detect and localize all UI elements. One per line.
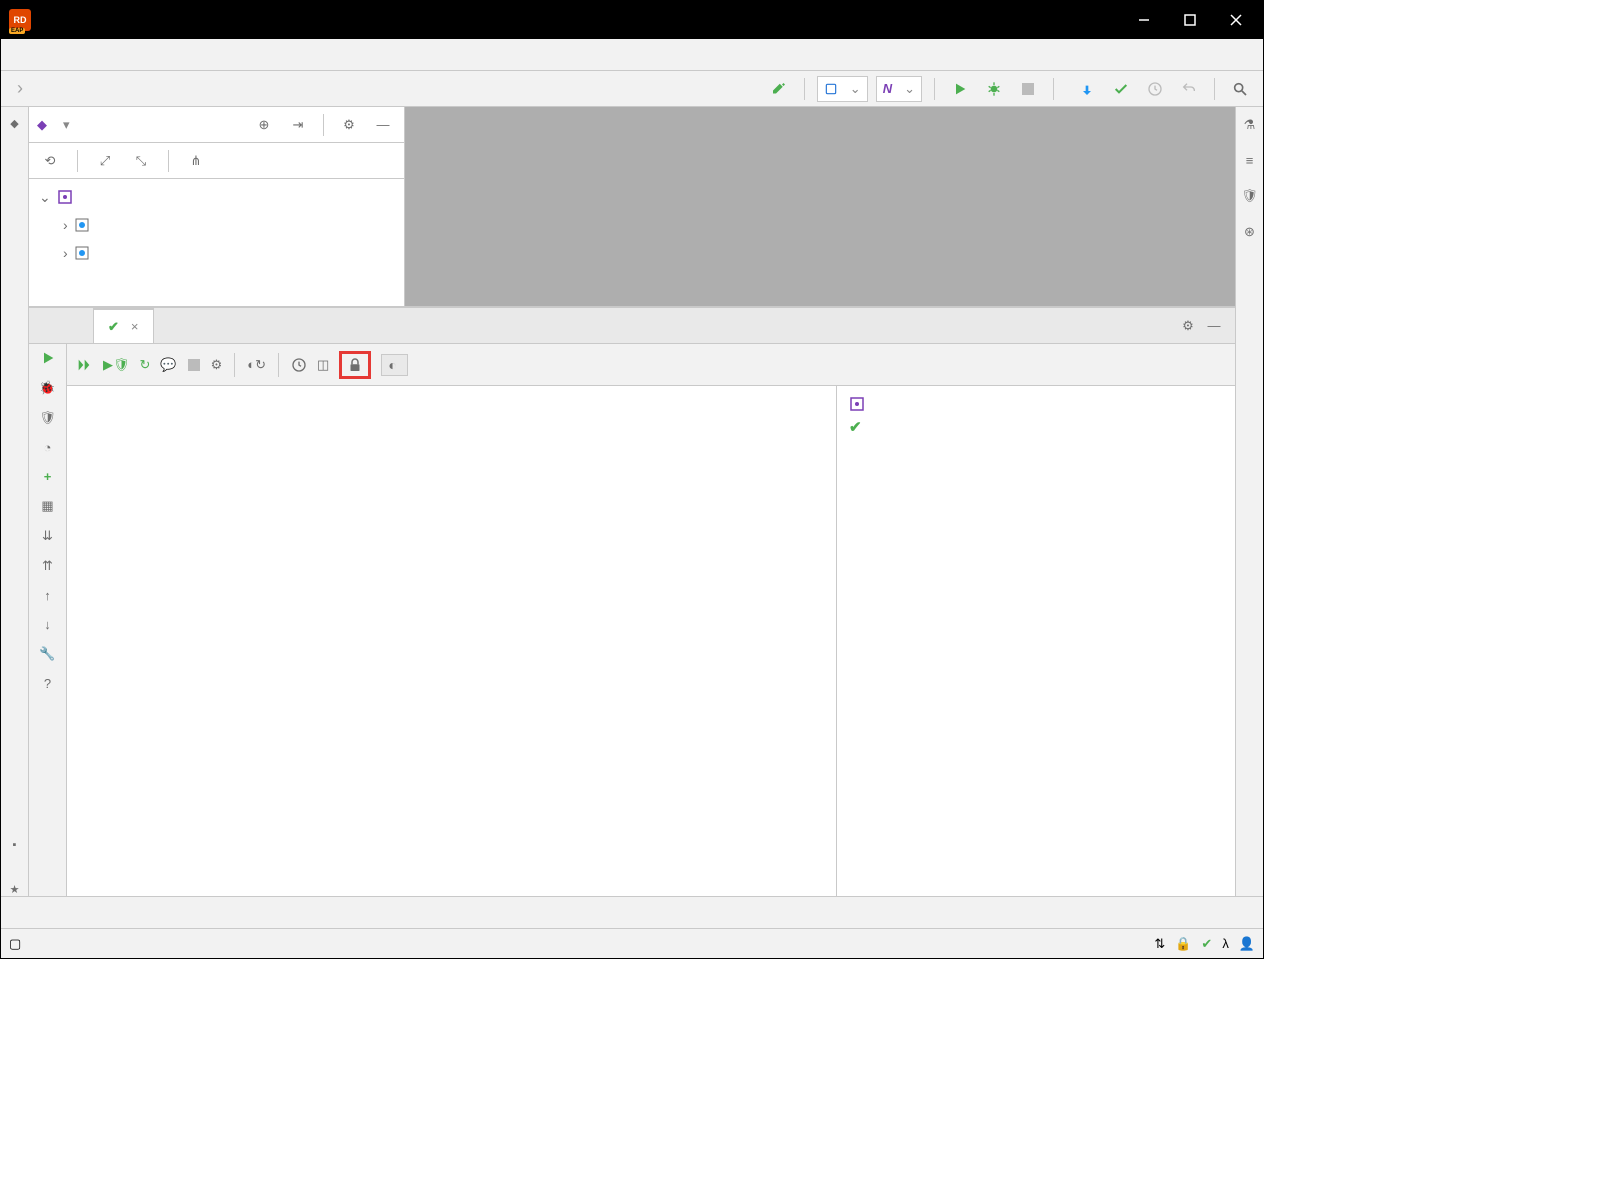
cargo-icon[interactable]: ⊛: [1244, 224, 1255, 240]
menubar: [1, 39, 1263, 71]
user-icon[interactable]: 👤: [1239, 936, 1255, 952]
stop-tests-icon: [187, 358, 201, 372]
add-icon[interactable]: +: [44, 469, 52, 484]
down-icon[interactable]: ↓: [44, 617, 51, 632]
collapse-tree-icon[interactable]: ⇈: [42, 558, 53, 574]
hide-icon[interactable]: —: [370, 112, 396, 138]
git-history-icon[interactable]: [1142, 76, 1168, 102]
editor-area: [405, 107, 1235, 306]
expand-icon[interactable]: ⤢: [92, 148, 118, 174]
undo-icon[interactable]: [1176, 76, 1202, 102]
test-count-badge[interactable]: ◐: [381, 354, 407, 376]
lambda-icon[interactable]: λ: [1222, 936, 1229, 951]
unit-tests-panel: ✔ × ⚙ — 🐞 🛡 ◔ + ▦ ⇊ ⇈ ↑: [29, 307, 1235, 896]
sync-icon[interactable]: ⟲: [37, 148, 63, 174]
rerun-icon[interactable]: ↻: [140, 357, 151, 373]
search-icon[interactable]: [1227, 76, 1253, 102]
stop-icon: [1015, 76, 1041, 102]
git-update-icon[interactable]: [1074, 76, 1100, 102]
expand-tree-icon[interactable]: ⇊: [42, 528, 53, 544]
cover-icon[interactable]: 🛡: [39, 410, 56, 426]
left-tool-strip: ◆ ▪ ★: [1, 107, 29, 896]
run-all-icon[interactable]: [75, 357, 93, 373]
lock-status-icon[interactable]: 🔒: [1175, 936, 1191, 952]
db-icon[interactable]: ≡: [1246, 153, 1254, 168]
status-bar: ▢ ⇅ 🔒 ✔ λ 👤: [1, 928, 1263, 958]
explorer-tab-icon[interactable]: ◆: [10, 117, 18, 130]
titlebar: RD: [1, 1, 1263, 39]
options-gear-icon[interactable]: ⚙: [211, 357, 223, 373]
tests-top-toolbar: ▶🛡 ↻ 💬 ⚙ ◐↻ ◫ ◐: [67, 344, 1235, 386]
lock-button-highlighted[interactable]: [339, 351, 371, 379]
tab-explorer[interactable]: [65, 308, 93, 343]
target-select[interactable]: N ⌄: [876, 76, 922, 102]
test-detail: ✔: [837, 386, 1235, 896]
bottom-tool-tabs: [1, 896, 1263, 928]
collapse-all-icon[interactable]: ⤡: [128, 148, 154, 174]
inspection-ok-icon[interactable]: ✔: [1201, 936, 1212, 952]
up-icon[interactable]: ↑: [44, 588, 51, 603]
branch-dropdown-icon[interactable]: ⇅: [1154, 936, 1165, 952]
wrench-icon[interactable]: 🔧: [39, 646, 55, 662]
structure-tab-icon[interactable]: ▪: [13, 839, 17, 851]
run-icon[interactable]: [947, 76, 973, 102]
close-button[interactable]: [1213, 1, 1259, 39]
maximize-button[interactable]: [1167, 1, 1213, 39]
run-current-icon[interactable]: [40, 350, 56, 366]
split-icon[interactable]: ◫: [317, 357, 329, 373]
panel-hide-icon[interactable]: —: [1201, 313, 1227, 339]
run-config-select[interactable]: ⌄: [817, 76, 868, 102]
target-icon[interactable]: ⊕: [251, 112, 277, 138]
gear-icon[interactable]: ⚙: [336, 112, 362, 138]
solution-explorer: ◆ ▾ ⊕ ⇥ ⚙ — ⟲ ⤢ ⤡ ⋔: [29, 107, 405, 306]
debug-current-icon[interactable]: 🐞: [39, 380, 55, 396]
auto-icon[interactable]: ◐↻: [247, 357, 266, 373]
project-item[interactable]: ›: [29, 211, 404, 239]
profile-icon[interactable]: ◔: [44, 440, 52, 455]
app-logo: RD: [9, 9, 31, 31]
flask-icon[interactable]: ⚗: [1244, 117, 1256, 133]
tests-tree[interactable]: [67, 386, 837, 896]
breadcrumb[interactable]: ›: [11, 78, 23, 99]
run-cover-icon[interactable]: ▶🛡: [103, 357, 130, 373]
tests-left-toolbar: 🐞 🛡 ◔ + ▦ ⇊ ⇈ ↑ ↓ 🔧 ?: [29, 344, 67, 896]
dock-icon[interactable]: ▦: [41, 498, 53, 514]
right-tool-strip: ⚗ ≡ 🛡 ⊛: [1235, 107, 1263, 896]
shield-icon[interactable]: 🛡: [1241, 188, 1258, 204]
favorites-tab-icon[interactable]: ★: [10, 883, 20, 896]
tree-icon[interactable]: ⋔: [183, 148, 209, 174]
solution-root[interactable]: ⌄: [29, 183, 404, 211]
collapse-icon[interactable]: ⇥: [285, 112, 311, 138]
chat-icon[interactable]: 💬: [160, 357, 176, 373]
hammer-build-icon[interactable]: [766, 76, 792, 102]
debug-icon[interactable]: [981, 76, 1007, 102]
help-icon[interactable]: ?: [44, 676, 51, 691]
panel-gear-icon[interactable]: ⚙: [1175, 313, 1201, 339]
history-icon[interactable]: [291, 357, 307, 373]
project-item[interactable]: ›: [29, 239, 404, 267]
minimize-button[interactable]: [1121, 1, 1167, 39]
notification-icon[interactable]: ▢: [9, 936, 21, 952]
git-commit-icon[interactable]: [1108, 76, 1134, 102]
main-toolbar: › ⌄ N ⌄: [1, 71, 1263, 107]
tab-tests[interactable]: ✔ ×: [93, 308, 154, 343]
